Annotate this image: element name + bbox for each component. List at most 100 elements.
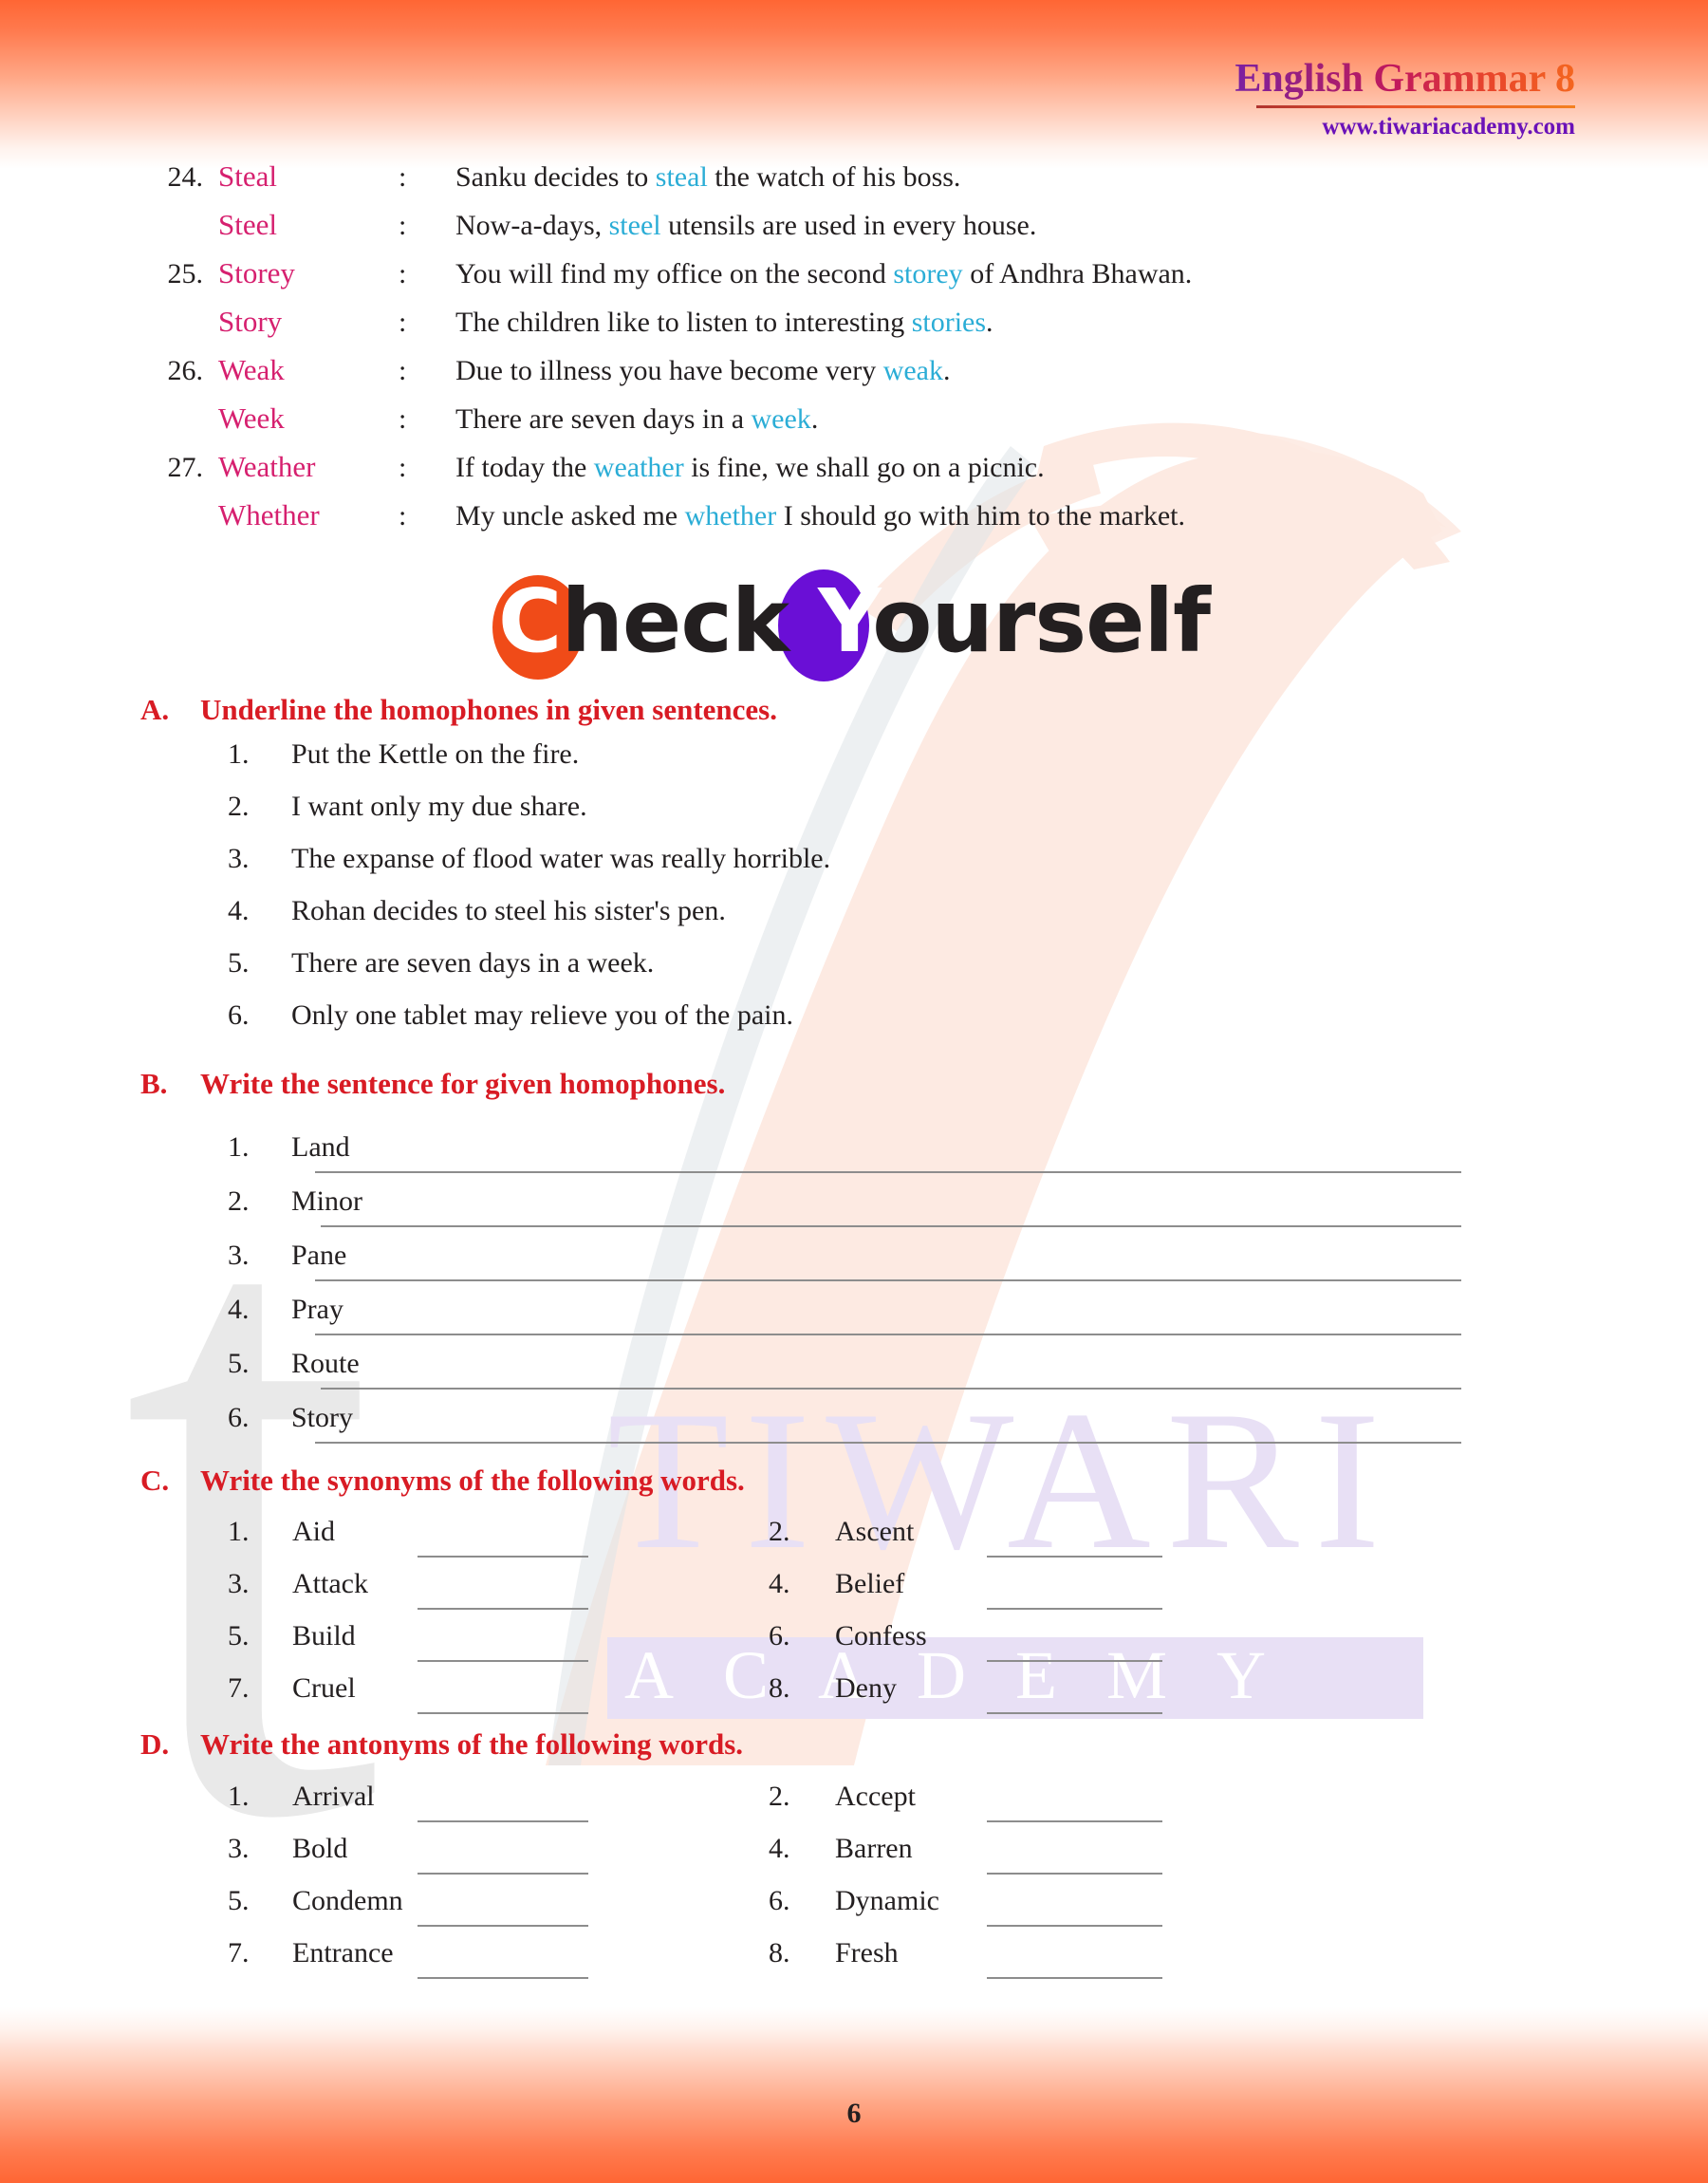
highlighted-word: weather: [593, 452, 684, 483]
homophone-word: Weak: [218, 353, 285, 386]
section-c-letter: C.: [140, 1464, 170, 1497]
item-word: Confess: [835, 1620, 927, 1651]
answer-line[interactable]: [418, 1712, 588, 1714]
item-number: 1.: [228, 1131, 250, 1163]
word-row: 3. Bold 4. Barren: [228, 1833, 1556, 1885]
item-number: 5.: [228, 1885, 250, 1916]
item-number: 7.: [228, 1672, 250, 1704]
sentence-before: If today the: [455, 452, 594, 483]
section-d-heading: D. Write the antonyms of the following w…: [140, 1727, 743, 1762]
colon-separator: :: [399, 500, 407, 532]
colon-separator: :: [399, 258, 407, 289]
item-number: 4.: [228, 895, 250, 926]
answer-line[interactable]: [315, 1334, 1461, 1335]
answer-line[interactable]: [987, 1712, 1162, 1714]
item-number: 6.: [769, 1885, 790, 1916]
item-word: Story: [291, 1402, 354, 1433]
colon-separator: :: [399, 452, 407, 483]
colon-separator: :: [399, 355, 407, 386]
item-number: 2.: [228, 791, 250, 822]
highlighted-word: storey: [893, 258, 963, 289]
sentence-before: Due to illness you have become very: [455, 355, 883, 386]
homophone-number: 27.: [167, 452, 204, 483]
item-text: I want only my due share.: [291, 791, 587, 822]
word-row: 1. Arrival 2. Accept: [228, 1781, 1556, 1833]
item-word: Entrance: [292, 1937, 394, 1968]
answer-line[interactable]: [315, 1171, 1461, 1173]
highlighted-word: steal: [655, 161, 708, 193]
homophone-sentence: My uncle asked me whether I should go wi…: [455, 500, 1185, 532]
item-number: 5.: [228, 1620, 250, 1651]
homophone-row: 24. Steal: Sanku decides to steal the watc…: [144, 159, 1568, 208]
answer-line[interactable]: [418, 1925, 588, 1927]
section-d-letter: D.: [140, 1727, 170, 1761]
homophone-word: Story: [218, 305, 283, 338]
homophone-sentence: Sanku decides to steal the watch of his …: [455, 161, 960, 194]
sentence-before: There are seven days in a: [455, 403, 752, 435]
word-row: 5. Build 6. Confess: [228, 1620, 1556, 1672]
sentence-before: You will find my office on the second: [455, 258, 894, 289]
item-word: Accept: [835, 1781, 916, 1812]
section-c-heading: C. Write the synonyms of the following w…: [140, 1464, 745, 1498]
highlighted-word: whether: [684, 500, 777, 532]
item-word: Bold: [292, 1833, 348, 1864]
list-item: 3. Pane: [228, 1240, 1556, 1294]
list-item: 5. There are seven days in a week.: [228, 947, 830, 999]
highlighted-word: week: [751, 403, 811, 435]
item-number: 6.: [228, 999, 250, 1031]
item-number: 5.: [228, 947, 250, 979]
answer-line[interactable]: [418, 1556, 588, 1558]
section-a-title: Underline the homophones in given senten…: [200, 693, 777, 726]
item-word: Aid: [292, 1516, 335, 1547]
answer-line[interactable]: [987, 1977, 1162, 1979]
header-rule: [1256, 105, 1575, 109]
colon-separator: :: [399, 210, 407, 241]
homophone-word: Steel: [218, 208, 277, 241]
answer-line[interactable]: [321, 1388, 1461, 1390]
answer-line[interactable]: [315, 1442, 1461, 1444]
answer-line[interactable]: [418, 1977, 588, 1979]
answer-line[interactable]: [987, 1608, 1162, 1610]
item-number: 6.: [769, 1620, 790, 1651]
item-text: There are seven days in a week.: [291, 947, 655, 979]
answer-line[interactable]: [418, 1873, 588, 1875]
answer-line[interactable]: [987, 1925, 1162, 1927]
item-text: The expanse of flood water was really ho…: [291, 843, 831, 874]
homophone-list: 24. Steal: Sanku decides to steal the watc…: [144, 159, 1568, 547]
answer-line[interactable]: [987, 1660, 1162, 1662]
item-word: Pray: [291, 1294, 343, 1325]
homophone-row: Story: The children like to listen to int…: [144, 305, 1568, 353]
highlighted-word: weak: [882, 355, 943, 386]
answer-line[interactable]: [418, 1608, 588, 1610]
homophone-sentence: Due to illness you have become very weak…: [455, 355, 951, 387]
list-item: 5. Route: [228, 1348, 1556, 1402]
section-c-title: Write the synonyms of the following word…: [200, 1464, 745, 1497]
answer-line[interactable]: [321, 1225, 1461, 1227]
section-a-list: 1. Put the Kettle on the fire. 2. I want on…: [228, 738, 830, 1052]
answer-line[interactable]: [418, 1820, 588, 1822]
list-item: 2. Minor: [228, 1185, 1556, 1240]
answer-line[interactable]: [987, 1873, 1162, 1875]
list-item: 4. Rohan decides to steel his sister's pe…: [228, 895, 830, 947]
list-item: 3. The expanse of flood water was really …: [228, 843, 830, 895]
homophone-sentence: You will find my office on the second st…: [455, 258, 1192, 290]
list-item: 2. I want only my due share.: [228, 791, 830, 843]
item-word: Arrival: [292, 1781, 375, 1812]
document-page: t TIWARI ACADEMY English Grammar 8 www.t…: [0, 0, 1708, 2183]
homophone-row: Steel: Now-a-days, steel utensils are use…: [144, 208, 1568, 256]
item-number: 2.: [228, 1185, 250, 1217]
answer-line[interactable]: [315, 1279, 1461, 1281]
website-url[interactable]: www.tiwariacademy.com: [1235, 114, 1575, 140]
homophone-number: 24.: [167, 161, 204, 193]
sentence-after: I should go with him to the market.: [776, 500, 1186, 532]
item-text: Rohan decides to steel his sister's pen.: [291, 895, 726, 926]
item-number: 1.: [228, 738, 250, 770]
sentence-after: utensils are used in every house.: [660, 210, 1037, 241]
item-word: Attack: [292, 1568, 368, 1599]
page-number: 6: [846, 2098, 862, 2129]
answer-line[interactable]: [418, 1660, 588, 1662]
answer-line[interactable]: [987, 1820, 1162, 1822]
item-number: 3.: [228, 1240, 250, 1271]
homophone-row: 26. Weak: Due to illness you have become v…: [144, 353, 1568, 401]
answer-line[interactable]: [987, 1556, 1162, 1558]
